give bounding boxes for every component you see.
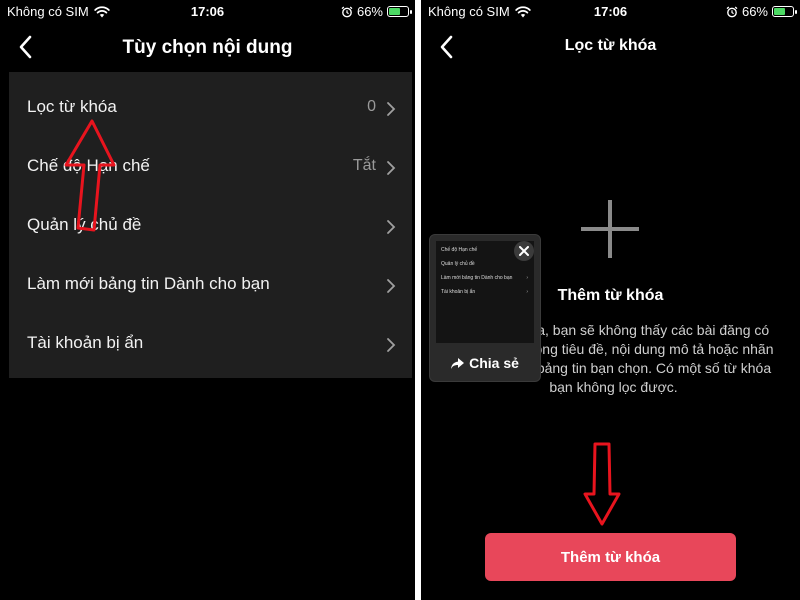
chevron-right-icon: › [526, 289, 528, 295]
thumbnail-row: Tài khoản bị ẩn [441, 289, 476, 295]
share-button[interactable]: Chia sẻ [430, 353, 540, 373]
chevron-right-icon [387, 338, 396, 352]
chevron-right-icon: › [526, 275, 528, 281]
keyword-filter-screen: Không có SIM 17:06 66% Lọc từ khóa Thêm … [421, 0, 800, 600]
content-options-screen: Không có SIM 17:06 66% Tùy chọn nội dung [0, 0, 415, 600]
close-button[interactable] [514, 241, 534, 261]
thumbnail-row: Quản lý chủ đề [441, 261, 475, 267]
thumbnail-row: Làm mới bảng tin Dành cho bạn [441, 275, 513, 281]
screenshot-share-popup: Chế độ Hạn chế Quản lý chủ đề Làm mới bả… [429, 234, 541, 382]
chevron-right-icon [387, 220, 396, 234]
menu-item-restricted-mode[interactable]: Chế độ Hạn chế Tắt [9, 138, 412, 196]
menu-item-label: Tài khoản bị ẩn [27, 333, 144, 352]
nav-bar: Tùy chọn nội dung [0, 22, 415, 72]
alarm-icon [341, 6, 353, 17]
status-bar: Không có SIM 17:06 66% [421, 0, 800, 22]
menu-item-label: Quản lý chủ đề [27, 215, 142, 234]
menu-item-value: 0 [367, 98, 376, 115]
add-keyword-button[interactable]: Thêm từ khóa [485, 533, 736, 581]
chevron-right-icon [387, 161, 396, 175]
menu-item-value: Tắt [352, 157, 376, 174]
menu-item-label: Chế độ Hạn chế [27, 156, 150, 175]
settings-menu: Lọc từ khóa 0 Chế độ Hạn chế Tắt Quản lý… [9, 72, 412, 378]
plus-icon [581, 200, 639, 258]
nav-bar: Lọc từ khóa [421, 22, 800, 72]
page-title: Tùy chọn nội dung [122, 37, 293, 58]
menu-item-keyword-filter[interactable]: Lọc từ khóa 0 [9, 79, 412, 137]
arrow-annotation [583, 442, 621, 526]
menu-item-label: Làm mới bảng tin Dành cho bạn [27, 274, 270, 293]
battery-icon [387, 6, 412, 17]
chevron-right-icon [387, 102, 396, 116]
close-icon [519, 246, 529, 256]
menu-item-hidden-accounts[interactable]: Tài khoản bị ẩn [9, 315, 412, 373]
page-title: Lọc từ khóa [564, 37, 657, 54]
battery-icon [772, 6, 797, 17]
thumbnail-row: Chế độ Hạn chế [441, 247, 478, 253]
chevron-right-icon [387, 279, 396, 293]
alarm-icon [726, 6, 738, 17]
menu-item-manage-topics[interactable]: Quản lý chủ đề [9, 197, 412, 255]
battery-percent: 66% [356, 4, 383, 19]
battery-percent: 66% [741, 4, 768, 19]
menu-item-label: Lọc từ khóa [27, 97, 117, 116]
status-bar: Không có SIM 17:06 66% [0, 0, 415, 22]
share-icon [451, 357, 465, 369]
menu-item-refresh-feed[interactable]: Làm mới bảng tin Dành cho bạn [9, 256, 412, 314]
